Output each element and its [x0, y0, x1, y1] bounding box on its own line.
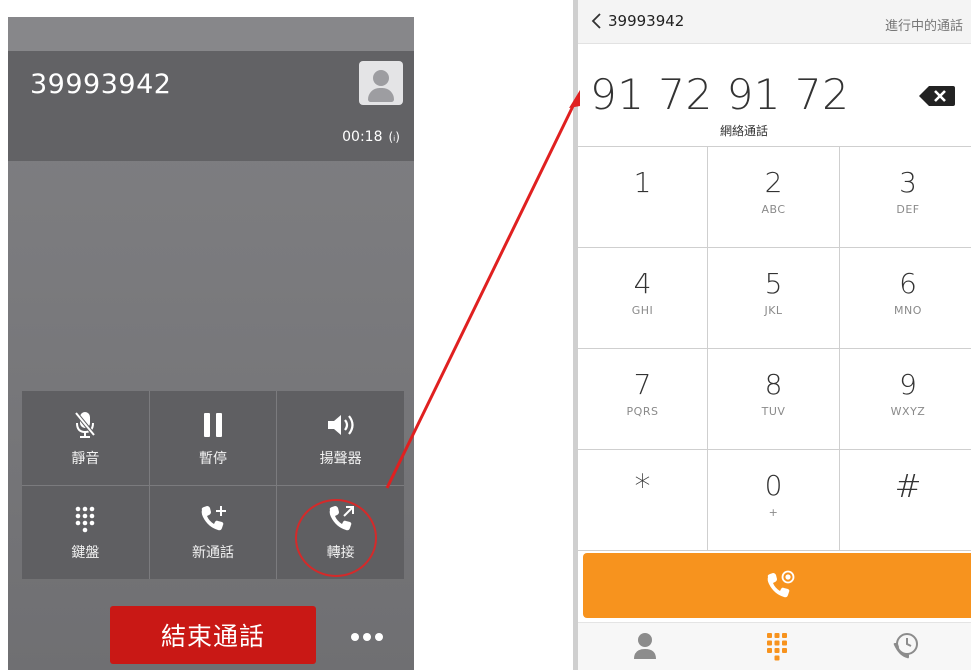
key-letters: + [768, 506, 779, 519]
dial-key-8[interactable]: 8 TUV [708, 349, 840, 450]
pause-icon [202, 408, 224, 442]
transfer-button[interactable]: 轉接 [277, 485, 404, 579]
dialer-tab-bar [578, 622, 971, 670]
recent-calls-icon [893, 633, 918, 659]
contacts-icon [634, 633, 656, 659]
dial-key-3[interactable]: 3 DEF [840, 147, 971, 248]
keypad-icon [74, 502, 96, 536]
chevron-left-icon [591, 13, 601, 29]
transfer-call-button[interactable] [583, 553, 971, 618]
status-bar [8, 17, 414, 51]
tab-contacts[interactable] [625, 631, 665, 663]
key-digit: 5 [764, 267, 783, 300]
back-caller-number: 39993942 [608, 12, 685, 30]
backspace-icon [919, 86, 955, 106]
ongoing-call-status: 進行中的通話 [884, 19, 963, 34]
key-digit: 8 [764, 368, 783, 401]
keypad-button[interactable]: 鍵盤 [22, 485, 149, 579]
key-digit: * [634, 467, 651, 505]
dial-key-hash[interactable]: # [840, 450, 971, 551]
phone-transfer-icon [767, 570, 794, 597]
dial-key-5[interactable]: 5 JKL [708, 248, 840, 349]
keypad-icon [767, 633, 787, 661]
key-digit: 1 [633, 166, 652, 199]
dial-key-1[interactable]: 1 [578, 147, 708, 248]
call-controls-grid: 靜音 暫停 揚聲器 鍵盤 新通話 轉接 [22, 391, 404, 579]
speaker-icon [325, 408, 357, 442]
caller-number: 39993942 [30, 69, 172, 100]
key-digit: 0 [764, 469, 783, 502]
key-letters: PQRS [626, 405, 659, 418]
mic-off-icon [73, 408, 97, 442]
new-call-label: 新通話 [191, 545, 234, 562]
dial-key-0[interactable]: 0 + [708, 450, 840, 551]
more-dot-icon [351, 633, 359, 641]
key-letters: GHI [631, 304, 654, 317]
key-letters: MNO [894, 304, 922, 317]
key-letters: JKL [764, 304, 783, 317]
more-dot-icon [375, 633, 383, 641]
key-digit: 6 [899, 267, 917, 300]
key-digit: # [894, 467, 922, 505]
transfer-call-icon [325, 502, 357, 536]
key-letters: DEF [896, 203, 920, 216]
key-letters: ABC [761, 203, 786, 216]
signal-icon: (ᵢ) [388, 130, 400, 144]
key-letters: TUV [761, 405, 786, 418]
dial-key-4[interactable]: 4 GHI [578, 248, 708, 349]
call-type-label: 網絡通話 [578, 122, 971, 139]
add-call-icon [197, 502, 229, 536]
speaker-label: 揚聲器 [319, 450, 362, 467]
call-timer-text: 00:18 [342, 129, 383, 145]
dial-key-2[interactable]: 2 ABC [708, 147, 840, 248]
back-button[interactable]: 39993942 [590, 12, 684, 30]
speaker-button[interactable]: 揚聲器 [277, 391, 404, 485]
key-letters: WXYZ [890, 405, 926, 418]
key-digit: 2 [764, 166, 783, 199]
dial-key-star[interactable]: * [578, 450, 708, 551]
in-call-screen: 39993942 00:18 (ᵢ) 靜音 暫停 揚聲器 鍵盤 新通話 轉接 結… [8, 17, 414, 670]
key-digit: 7 [633, 368, 652, 401]
avatar-head [373, 70, 389, 86]
mute-label: 靜音 [71, 450, 100, 467]
dialed-number-display: 91 72 91 72 [590, 70, 850, 119]
pause-button[interactable]: 暫停 [149, 391, 277, 485]
more-dot-icon [363, 633, 371, 641]
more-options-button[interactable] [345, 617, 389, 657]
avatar [359, 61, 403, 105]
call-type-text: 網絡通話 [719, 124, 768, 138]
backspace-button[interactable] [917, 84, 957, 108]
end-call-button[interactable]: 結束通話 [110, 606, 316, 664]
key-digit: 4 [633, 267, 652, 300]
dialer-top-bar: 39993942 進行中的通話 [578, 0, 971, 44]
tab-keypad[interactable] [757, 631, 797, 663]
key-digit: 9 [899, 368, 917, 401]
dial-key-6[interactable]: 6 MNO [840, 248, 971, 349]
avatar-shoulders [368, 88, 394, 102]
dial-key-9[interactable]: 9 WXYZ [840, 349, 971, 450]
dialer-screen: 39993942 進行中的通話 91 72 91 72 網絡通話 1 2 ABC … [573, 0, 971, 670]
call-timer: 00:18 (ᵢ) [342, 129, 400, 145]
keypad-label: 鍵盤 [71, 545, 100, 562]
pause-label: 暫停 [198, 450, 227, 467]
mute-button[interactable]: 靜音 [22, 391, 149, 485]
dial-key-7[interactable]: 7 PQRS [578, 349, 708, 450]
tab-recent[interactable] [886, 631, 926, 663]
new-call-button[interactable]: 新通話 [149, 485, 277, 579]
key-digit: 3 [899, 166, 917, 199]
transfer-label: 轉接 [326, 545, 355, 562]
dialpad: 1 2 ABC 3 DEF 4 GHI 5 JKL 6 MNO 7 PQRS 8 TUV 9 W… [578, 146, 971, 551]
